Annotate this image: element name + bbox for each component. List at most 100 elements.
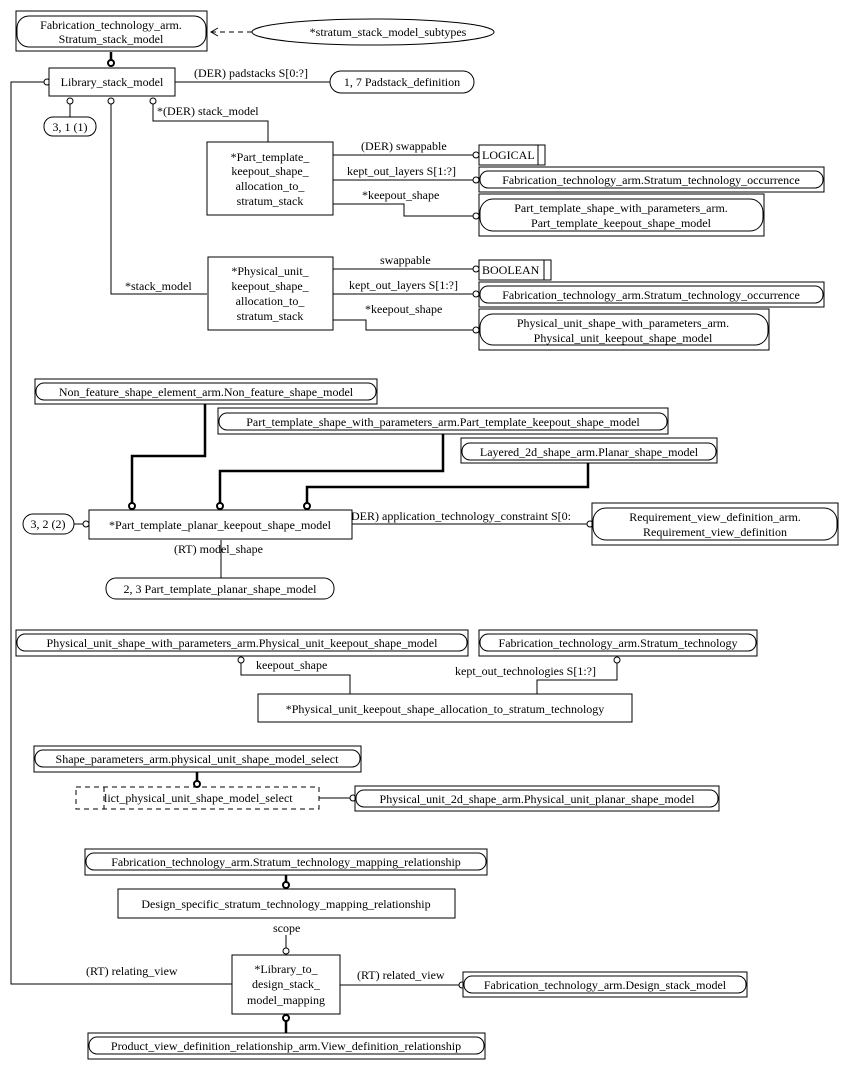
supertype-circle-icon [216,502,224,510]
entity-pt-keepout-model[interactable]: Part_template_shape_with_parameters_arm.… [217,407,669,435]
label-der-stack-model: *(DER) stack_model [157,104,259,118]
entity-label: Physical_unit_shape_with_parameters_arm.… [47,636,439,650]
label-keepout-shape-2: *keepout_shape [365,302,442,316]
relation-circle-icon [472,326,480,334]
entity-label: model_mapping [247,993,325,1007]
entity-label: Design_specific_stratum_technology_mappi… [141,897,430,911]
entity-part-template-allocation[interactable]: *Part_template_ keepout_shape_ allocatio… [206,141,334,216]
entity-page-ref-3-1[interactable]: 3, 1 (1) [43,116,97,137]
label-related-view: (RT) related_view [357,968,445,982]
entity-physical-unit-allocation[interactable]: *Physical_unit_ keepout_shape_ allocatio… [207,256,334,331]
entity-stratum-stack-model[interactable]: Fabrication_technology_arm. Stratum_stac… [15,10,208,52]
entity-label: Physical_unit_shape_with_parameters_arm. [517,316,729,330]
relation-circle-icon [107,97,115,105]
entity-page-ref-3-2[interactable]: 3, 2 (2) [22,513,75,535]
entity-label: Requirement_view_definition [643,525,787,539]
entity-label: allocation_to_ [236,294,306,308]
entity-label: Library_stack_model [61,75,164,89]
entity-label: stratum_stack [237,309,304,323]
type-label: BOOLEAN [482,263,540,277]
entity-label: *Physical_unit_keepout_shape_allocation_… [286,702,605,716]
entity-pt-planar-keepout-model[interactable]: *Part_template_planar_keepout_shape_mode… [88,509,353,540]
entity-label: design_stack_ [252,977,321,991]
entity-pu-keepout-model[interactable]: Physical_unit_shape_with_parameters_arm.… [15,629,469,657]
supertype-line-pt-keepout [218,433,445,503]
relation-circle-icon [613,656,621,664]
relation-circle-icon [472,151,480,159]
entity-stratum-technology[interactable]: Fabrication_technology_arm.Stratum_techn… [478,629,758,657]
entity-label: *Part_template_planar_keepout_shape_mode… [109,518,332,532]
entity-label: *Part_template_ [231,150,311,164]
entity-label: Fabrication_technology_arm.Stratum_techn… [502,288,800,302]
relation-circle-icon [472,212,480,220]
keepout-shape-line-2 [333,319,475,331]
supertype-circle-icon [128,502,136,510]
entity-label: Physical_unit_keepout_shape_model [534,331,713,345]
type-boolean[interactable]: BOOLEAN [478,259,552,281]
entity-pu-keepout-model-ref[interactable]: Physical_unit_shape_with_parameters_arm.… [478,308,770,351]
entity-shape-parameters-select[interactable]: Shape_parameters_arm.physical_unit_shape… [33,745,362,773]
entity-label: lict_physical_unit_shape_model_select [104,791,293,805]
label-kept-out-layers-2: kept_out_layers S[1:?] [349,278,458,292]
entity-label: Part_template_keepout_shape_model [531,216,712,230]
entity-lict-select[interactable]: lict_physical_unit_shape_model_select [75,786,320,810]
type-label: LOGICAL [482,148,535,162]
relation-circle-icon [149,97,157,105]
type-logical[interactable]: LOGICAL [478,144,546,166]
supertype-circle-icon [107,59,115,67]
entity-label: *Physical_unit_ [231,264,309,278]
entity-pu-planar-shape-model[interactable]: Physical_unit_2d_shape_arm.Physical_unit… [354,785,720,812]
supertype-line-nonfeature [130,403,207,503]
entity-design-stack-model[interactable]: Fabrication_technology_arm.Design_stack_… [462,971,748,998]
entity-pu-allocation-to-technology[interactable]: *Physical_unit_keepout_shape_allocation_… [257,693,633,723]
entity-label: keepout_shape_ [231,164,309,178]
entity-label: Fabrication_technology_arm. [40,18,182,32]
keepout-shape-line-1 [333,203,475,217]
supertype-circle-icon [282,881,290,889]
entity-stratum-stack-subtypes[interactable]: *stratum_stack_model_subtypes [251,18,495,46]
entity-view-definition-relationship[interactable]: Product_view_definition_relationship_arm… [87,1032,486,1060]
entity-requirement-view-definition[interactable]: Requirement_view_definition_arm. Require… [591,502,839,546]
label-relating-view: (RT) relating_view [86,964,178,978]
supertype-circle-icon [282,1014,290,1022]
entity-library-to-design-mapping[interactable]: *Library_to_ design_stack_ model_mapping [231,954,341,1015]
entity-label: Shape_parameters_arm.physical_unit_shape… [56,752,340,766]
entity-label: Stratum_stack_model [59,32,164,46]
entity-label: keepout_shape_ [231,279,309,293]
entity-label: Layered_2d_shape_arm.Planar_shape_model [480,445,699,459]
entity-stratum-technology-mapping[interactable]: Fabrication_technology_arm.Stratum_techn… [84,848,488,876]
label-keepout-shape-1: *keepout_shape [362,188,439,202]
label-padstacks: (DER) padstacks S[0:?] [194,66,308,80]
label-kept-out-layers-1: kept_out_layers S[1:?] [347,164,456,178]
supertype-line-planar [305,461,590,503]
supertype-circle-icon [303,502,311,510]
label-der-swappable: (DER) swappable [361,139,447,153]
label-app-tech-constraint: DER) application_technology_constraint S… [351,509,571,523]
entity-library-stack-model[interactable]: Library_stack_model [48,67,176,97]
relation-circle-icon [472,265,480,273]
stack-model-line [110,104,207,295]
entity-non-feature-shape-model[interactable]: Non_feature_shape_element_arm.Non_featur… [34,378,378,405]
supertype-circle-icon [193,780,201,788]
entity-label: Physical_unit_2d_shape_arm.Physical_unit… [380,792,696,806]
label-scope: scope [273,921,300,935]
entity-label: Non_feature_shape_element_arm.Non_featur… [59,385,354,399]
relation-circle-icon [66,97,74,105]
entity-page-ref-2-3[interactable]: 2, 3 Part_template_planar_shape_model [105,577,335,600]
entity-padstack-ref[interactable]: 1, 7 Padstack_definition [329,70,475,94]
entity-pt-keepout-model-ref[interactable]: Part_template_shape_with_parameters_arm.… [478,193,765,237]
entity-planar-shape-model[interactable]: Layered_2d_shape_arm.Planar_shape_model [460,437,718,464]
entity-stratum-occurrence-2[interactable]: Fabrication_technology_arm.Stratum_techn… [478,281,825,308]
express-g-diagram: (DER) padstacks S[0:?] *(DER) stack_mode… [10,10,839,1060]
label-model-shape: (RT) model_shape [174,542,263,556]
entity-label: Fabrication_technology_arm.Design_stack_… [484,978,727,992]
entity-stratum-occurrence-1[interactable]: Fabrication_technology_arm.Stratum_techn… [478,166,825,193]
label-swappable: swappable [380,253,431,267]
label-stack-model: *stack_model [125,279,192,293]
entity-label: Fabrication_technology_arm.Stratum_techn… [502,173,800,187]
relation-circle-icon [472,176,480,184]
entity-label: stratum_stack [237,194,304,208]
entity-label: 2, 3 Part_template_planar_shape_model [124,582,318,596]
entity-design-specific-mapping[interactable]: Design_specific_stratum_technology_mappi… [117,888,456,919]
entity-label: Fabrication_technology_arm.Stratum_techn… [111,855,461,869]
